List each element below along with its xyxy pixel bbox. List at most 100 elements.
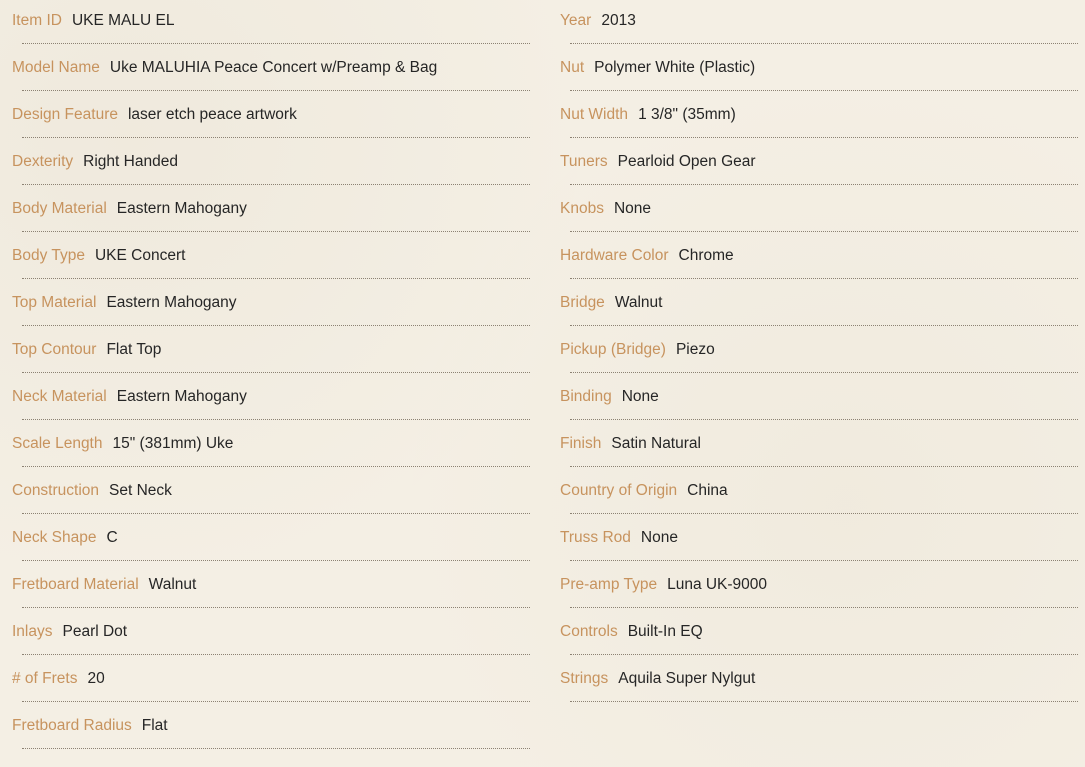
spec-value: Eastern Mahogany [116, 200, 247, 217]
spec-column-left: Item ID UKE MALU EL Model Name Uke MALUHIA… [12, 0, 530, 752]
spec-row-preamp-type: Pre-amp Type Luna UK-9000 [560, 564, 1078, 611]
spec-value: Walnut [614, 294, 663, 311]
spec-value: Flat [141, 717, 168, 734]
spec-row-neck-shape: Neck Shape C [12, 517, 530, 564]
spec-value: Satin Natural [611, 435, 701, 452]
spec-row-body-material: Body Material Eastern Mahogany [12, 188, 530, 235]
spec-label: Fretboard Radius [12, 717, 132, 734]
spec-value: UKE Concert [94, 247, 186, 264]
row-divider [570, 372, 1078, 373]
spec-label: Truss Rod [560, 529, 631, 546]
spec-label: Bridge [560, 294, 605, 311]
spec-label: Hardware Color [560, 247, 669, 264]
spec-row-fretboard-radius: Fretboard Radius Flat [12, 705, 530, 752]
spec-value: 15" (381mm) Uke [112, 435, 234, 452]
row-divider [22, 513, 530, 514]
row-divider [570, 90, 1078, 91]
spec-row-pickup-bridge: Pickup (Bridge) Piezo [560, 329, 1078, 376]
spec-label: Nut Width [560, 106, 629, 123]
row-divider [22, 90, 530, 91]
row-divider [22, 43, 530, 44]
row-divider [22, 372, 530, 373]
spec-label: Top Contour [12, 341, 97, 358]
row-divider [22, 560, 530, 561]
row-divider [22, 419, 530, 420]
spec-value: Luna UK-9000 [667, 576, 768, 593]
row-divider [22, 325, 530, 326]
spec-row-item-id: Item ID UKE MALU EL [12, 0, 530, 47]
spec-value: Right Handed [83, 153, 178, 170]
spec-table: Item ID UKE MALU EL Model Name Uke MALUHIA… [0, 0, 1085, 767]
row-divider [22, 466, 530, 467]
spec-label: Design Feature [12, 106, 118, 123]
spec-row-dexterity: Dexterity Right Handed [12, 141, 530, 188]
spec-column-right: Year 2013 Nut Polymer White (Plastic) Nut … [560, 0, 1078, 705]
spec-label: # of Frets [12, 670, 78, 687]
spec-row-knobs: Knobs None [560, 188, 1078, 235]
row-divider [22, 278, 530, 279]
spec-value: Eastern Mahogany [106, 294, 237, 311]
spec-value: Pearl Dot [62, 623, 128, 640]
spec-row-binding: Binding None [560, 376, 1078, 423]
spec-label: Tuners [560, 153, 608, 170]
spec-value: Built-In EQ [627, 623, 703, 640]
row-divider [570, 607, 1078, 608]
spec-label: Dexterity [12, 153, 74, 170]
row-divider [22, 748, 530, 749]
spec-value: UKE MALU EL [71, 12, 175, 29]
row-divider [22, 184, 530, 185]
spec-label: Top Material [12, 294, 97, 311]
spec-row-truss-rod: Truss Rod None [560, 517, 1078, 564]
spec-value: 20 [87, 670, 105, 687]
spec-row-controls: Controls Built-In EQ [560, 611, 1078, 658]
spec-row-bridge: Bridge Walnut [560, 282, 1078, 329]
row-divider [570, 278, 1078, 279]
spec-label: Fretboard Material [12, 576, 139, 593]
row-divider [570, 701, 1078, 702]
spec-label: Neck Material [12, 388, 107, 405]
spec-value: China [687, 482, 728, 499]
spec-value: Piezo [675, 341, 715, 358]
spec-row-body-type: Body Type UKE Concert [12, 235, 530, 282]
row-divider [22, 607, 530, 608]
spec-row-construction: Construction Set Neck [12, 470, 530, 517]
row-divider [570, 419, 1078, 420]
spec-row-design-feature: Design Feature laser etch peace artwork [12, 94, 530, 141]
spec-value: Pearloid Open Gear [617, 153, 756, 170]
spec-row-number-of-frets: # of Frets 20 [12, 658, 530, 705]
row-divider [570, 137, 1078, 138]
spec-label: Item ID [12, 12, 62, 29]
spec-value: Chrome [678, 247, 734, 264]
spec-label: Scale Length [12, 435, 103, 452]
row-divider [570, 325, 1078, 326]
spec-value: 1 3/8" (35mm) [638, 106, 736, 123]
row-divider [570, 654, 1078, 655]
spec-value: None [640, 529, 678, 546]
spec-label: Pickup (Bridge) [560, 341, 666, 358]
spec-label: Finish [560, 435, 602, 452]
spec-row-nut-width: Nut Width 1 3/8" (35mm) [560, 94, 1078, 141]
spec-row-strings: Strings Aquila Super Nylgut [560, 658, 1078, 705]
spec-label: Pre-amp Type [560, 576, 658, 593]
spec-row-model-name: Model Name Uke MALUHIA Peace Concert w/Pr… [12, 47, 530, 94]
spec-value: None [613, 200, 652, 217]
spec-label: Neck Shape [12, 529, 97, 546]
spec-label: Construction [12, 482, 100, 499]
spec-label: Body Type [12, 247, 85, 264]
row-divider [22, 701, 530, 702]
spec-row-year: Year 2013 [560, 0, 1078, 47]
spec-label: Model Name [12, 59, 100, 76]
spec-label: Strings [560, 670, 609, 687]
row-divider [22, 231, 530, 232]
spec-row-top-contour: Top Contour Flat Top [12, 329, 530, 376]
spec-value: Flat Top [106, 341, 162, 358]
row-divider [570, 231, 1078, 232]
spec-row-top-material: Top Material Eastern Mahogany [12, 282, 530, 329]
row-divider [570, 43, 1078, 44]
row-divider [570, 513, 1078, 514]
spec-label: Knobs [560, 200, 604, 217]
spec-value: Uke MALUHIA Peace Concert w/Preamp & Bag [109, 59, 438, 76]
spec-value: Aquila Super Nylgut [618, 670, 756, 687]
spec-label: Inlays [12, 623, 53, 640]
spec-label: Country of Origin [560, 482, 678, 499]
